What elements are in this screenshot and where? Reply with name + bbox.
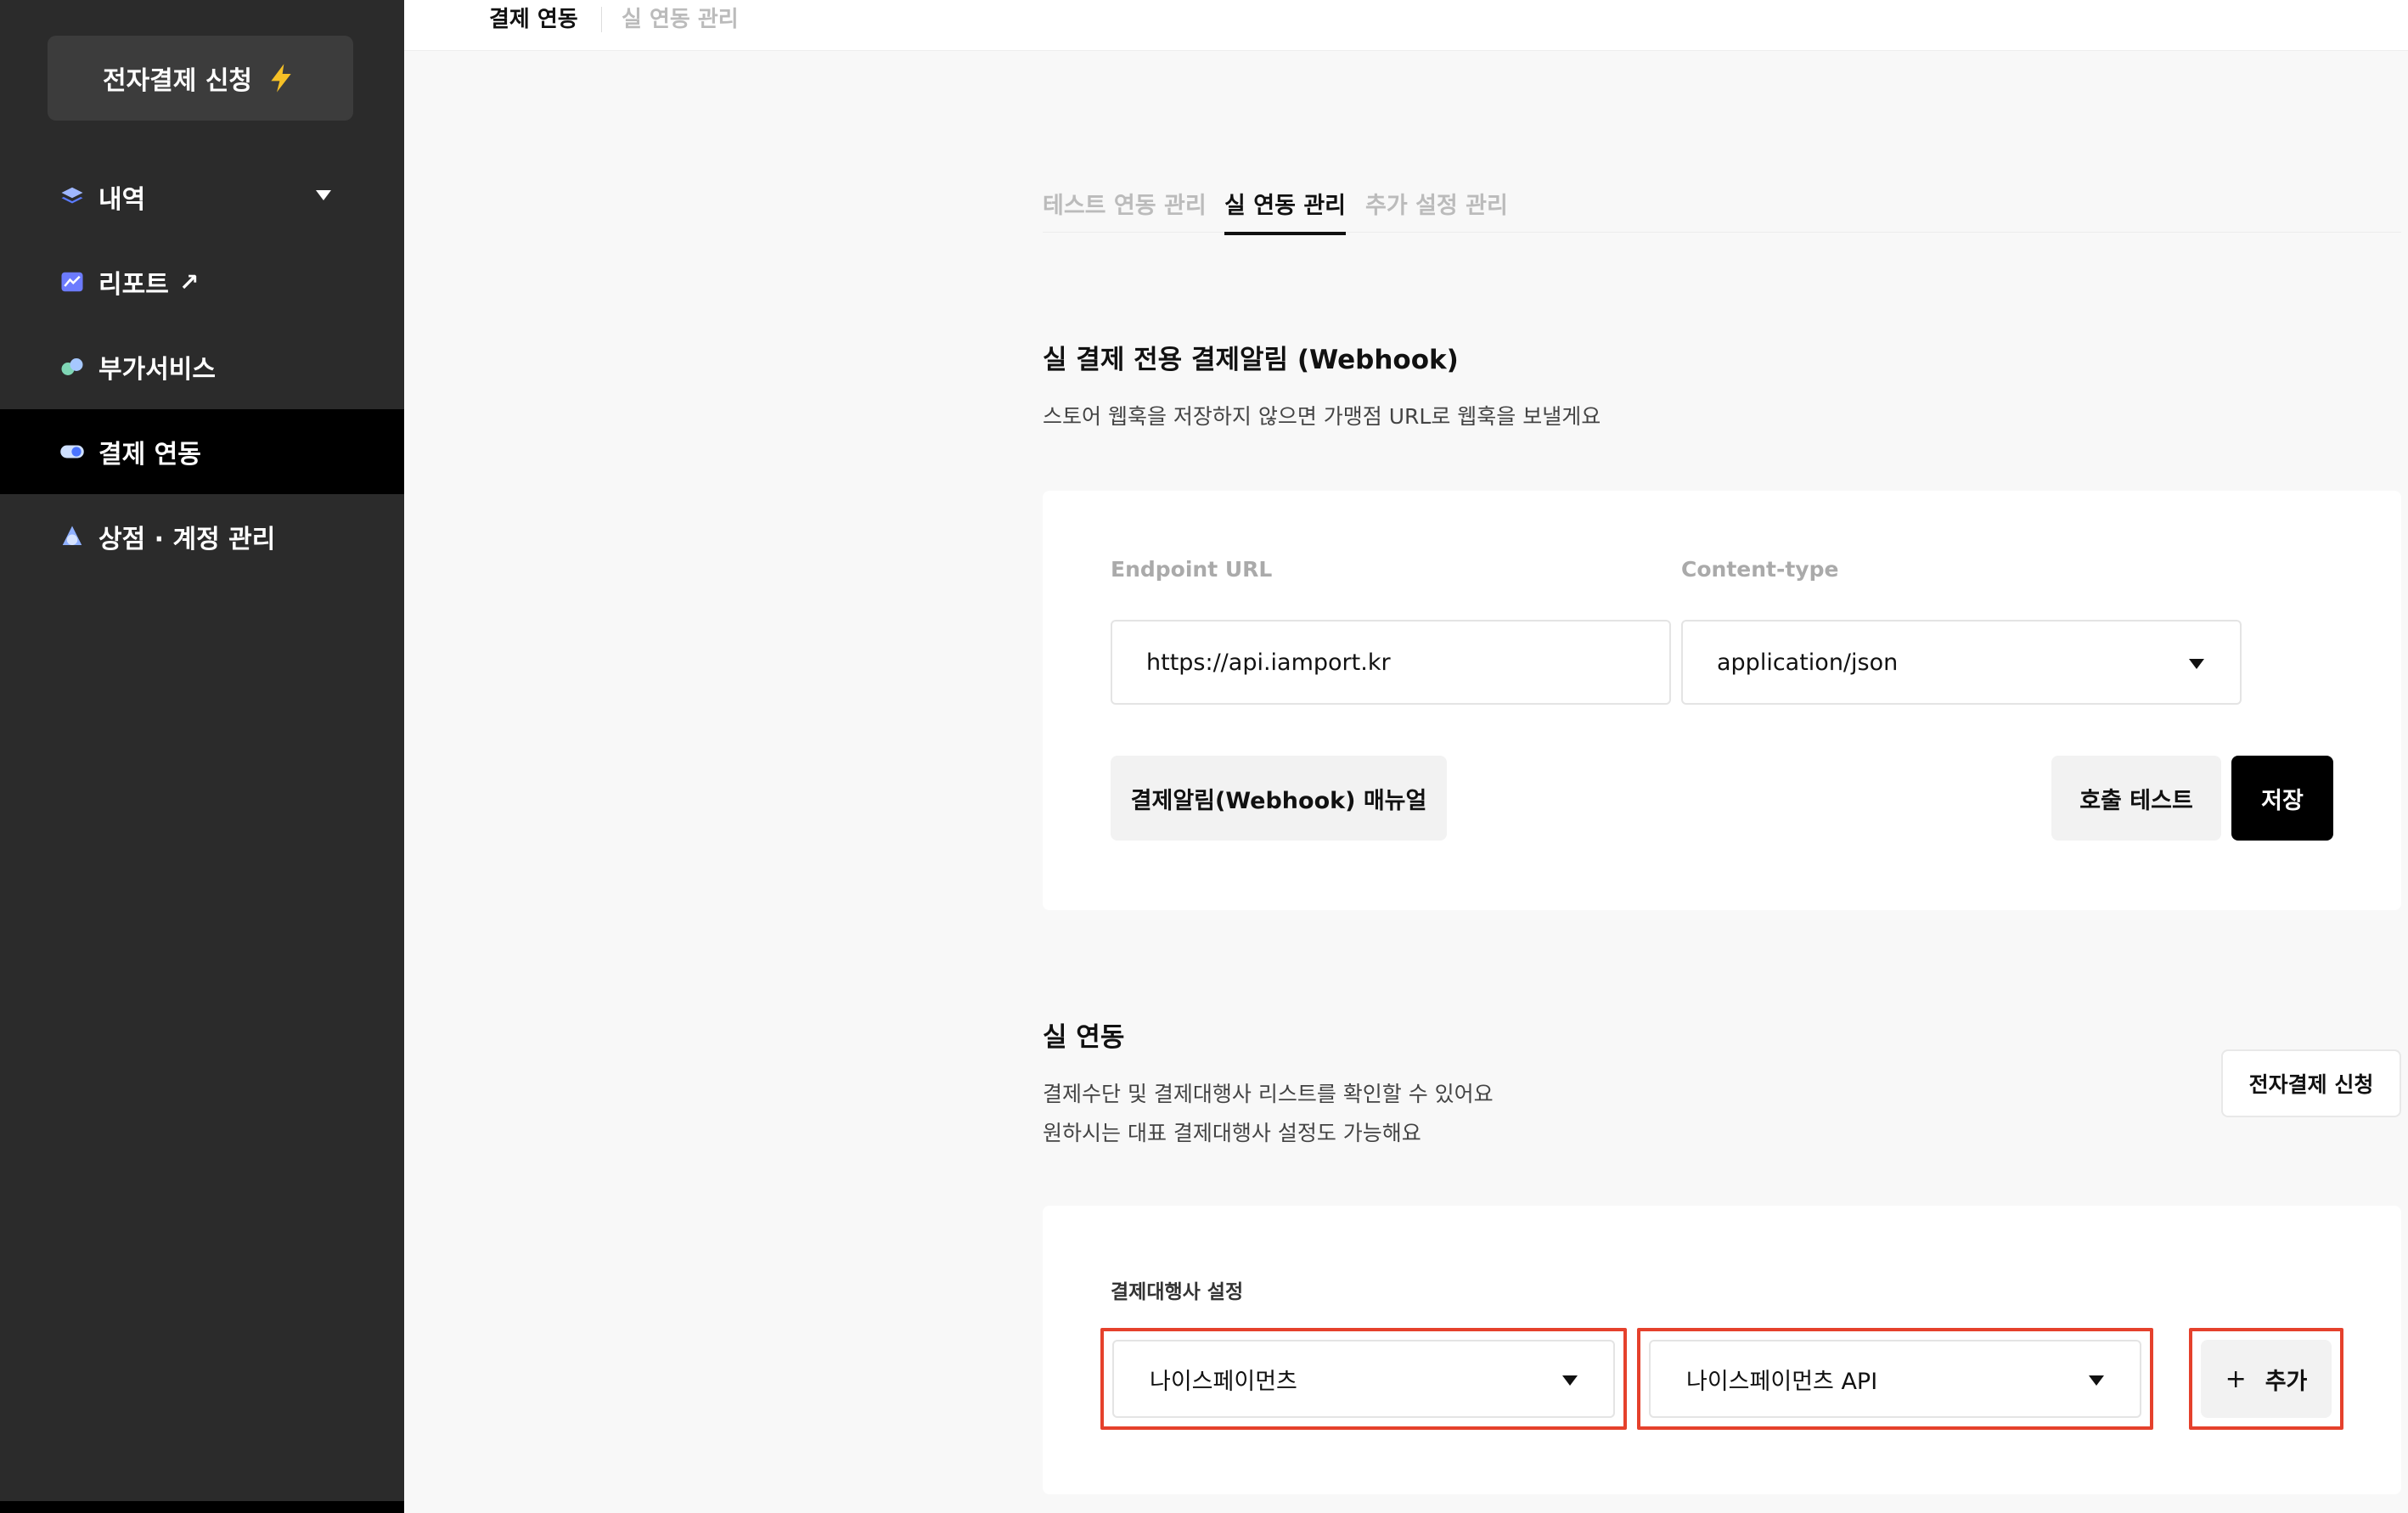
chevron-down-icon	[2089, 1375, 2104, 1386]
live-section-title: 실 연동	[1043, 1022, 1125, 1053]
live-section-desc-1: 결제수단 및 결제대행사 리스트를 확인할 수 있어요	[1043, 1082, 1494, 1106]
chevron-down-icon	[1562, 1375, 1578, 1386]
lightning-icon	[271, 64, 291, 93]
sidebar-item-report[interactable]: 리포트 ↗	[0, 239, 404, 324]
plus-icon: +	[2225, 1364, 2247, 1394]
sidebar-nav: 내역 리포트 ↗ 부가서비스 결제 연동 상점 · 계정 관리	[0, 155, 404, 579]
call-test-button[interactable]: 호출 테스트	[2051, 756, 2221, 841]
live-apply-label: 전자결제 신청	[2248, 1072, 2374, 1097]
pg-settings-label: 결제대행사 설정	[1111, 1281, 1244, 1303]
sidebar-item-label: 상점 · 계정 관리	[98, 525, 276, 554]
tab-live-integration[interactable]: 실 연동 관리	[622, 2, 739, 33]
subtab-test-integration[interactable]: 테스트 연동 관리	[1043, 187, 1207, 232]
addon-icon	[61, 358, 83, 375]
save-button[interactable]: 저장	[2231, 756, 2333, 841]
add-pg-button[interactable]: + 추가	[2201, 1340, 2332, 1418]
chevron-down-icon	[316, 190, 331, 200]
pg-provider-value: 나이스페이먼츠	[1150, 1368, 1297, 1395]
webhook-section-desc: 스토어 웹훅을 저장하지 않으면 가맹점 URL로 웹훅을 보낼게요	[1043, 404, 1601, 429]
endpoint-url-value: https://api.iamport.kr	[1146, 649, 1391, 676]
tab-divider	[601, 7, 602, 32]
tab-payment-integration[interactable]: 결제 연동	[489, 2, 578, 33]
pg-api-select[interactable]: 나이스페이먼츠 API	[1649, 1340, 2141, 1418]
sidebar: 전자결제 신청 내역 리포트 ↗ 부가서비스 결제 연동 상점 · 계정 관리	[0, 0, 404, 1513]
webhook-manual-button[interactable]: 결제알림(Webhook) 매뉴얼	[1111, 756, 1447, 841]
sidebar-item-label: 결제 연동	[98, 440, 201, 470]
sub-tab-bar: 테스트 연동 관리 실 연동 관리 추가 설정 관리	[1043, 183, 2401, 235]
webhook-manual-label: 결제알림(Webhook) 매뉴얼	[1130, 787, 1427, 814]
sidebar-bottom-bar	[0, 1501, 404, 1513]
subtab-live-integration[interactable]: 실 연동 관리	[1224, 187, 1346, 235]
external-link-icon: ↗	[178, 267, 200, 296]
sidebar-item-addon[interactable]: 부가서비스	[0, 324, 404, 409]
content-type-select[interactable]: application/json	[1681, 620, 2242, 705]
chart-icon	[61, 272, 83, 292]
subtab-additional-settings[interactable]: 추가 설정 관리	[1365, 187, 1508, 232]
sidebar-item-label: 부가서비스	[98, 355, 216, 385]
save-label: 저장	[2261, 787, 2304, 814]
top-tab-bar: 결제 연동 실 연동 관리	[404, 0, 2408, 51]
toggle-icon	[60, 445, 84, 458]
app-root: 전자결제 신청 내역 리포트 ↗ 부가서비스 결제 연동 상점 · 계정 관리 …	[0, 0, 2408, 1513]
live-apply-button[interactable]: 전자결제 신청	[2221, 1049, 2401, 1117]
sidebar-item-label: 리포트	[98, 270, 169, 300]
pg-provider-select[interactable]: 나이스페이먼츠	[1112, 1340, 1615, 1418]
content-type-value: application/json	[1717, 649, 1899, 676]
chevron-down-icon	[2189, 659, 2204, 669]
endpoint-url-label: Endpoint URL	[1111, 557, 1273, 582]
account-icon	[62, 526, 82, 545]
call-test-label: 호출 테스트	[2079, 787, 2193, 814]
sidebar-item-label: 내역	[98, 185, 146, 215]
endpoint-url-input[interactable]: https://api.iamport.kr	[1111, 620, 1671, 705]
sidebar-item-payment-integration[interactable]: 결제 연동	[0, 409, 404, 494]
content-type-label: Content-type	[1681, 557, 1839, 582]
add-pg-label: 추가	[2265, 1368, 2308, 1395]
sidebar-item-account[interactable]: 상점 · 계정 관리	[0, 494, 404, 579]
sidebar-item-history[interactable]: 내역	[0, 155, 404, 239]
pg-settings-card: 결제대행사 설정 나이스페이먼츠 나이스페이먼츠 API + 추가	[1043, 1206, 2401, 1494]
sidebar-apply-label: 전자결제 신청	[102, 66, 253, 96]
sidebar-apply-button[interactable]: 전자결제 신청	[48, 36, 353, 121]
webhook-section-title: 실 결제 전용 결제알림 (Webhook)	[1043, 345, 1459, 375]
pg-api-value: 나이스페이먼츠 API	[1686, 1368, 1878, 1395]
webhook-card: Endpoint URL Content-type https://api.ia…	[1043, 491, 2401, 910]
live-section-desc-2: 원하시는 대표 결제대행사 설정도 가능해요	[1043, 1121, 1421, 1145]
layers-icon	[61, 187, 83, 204]
